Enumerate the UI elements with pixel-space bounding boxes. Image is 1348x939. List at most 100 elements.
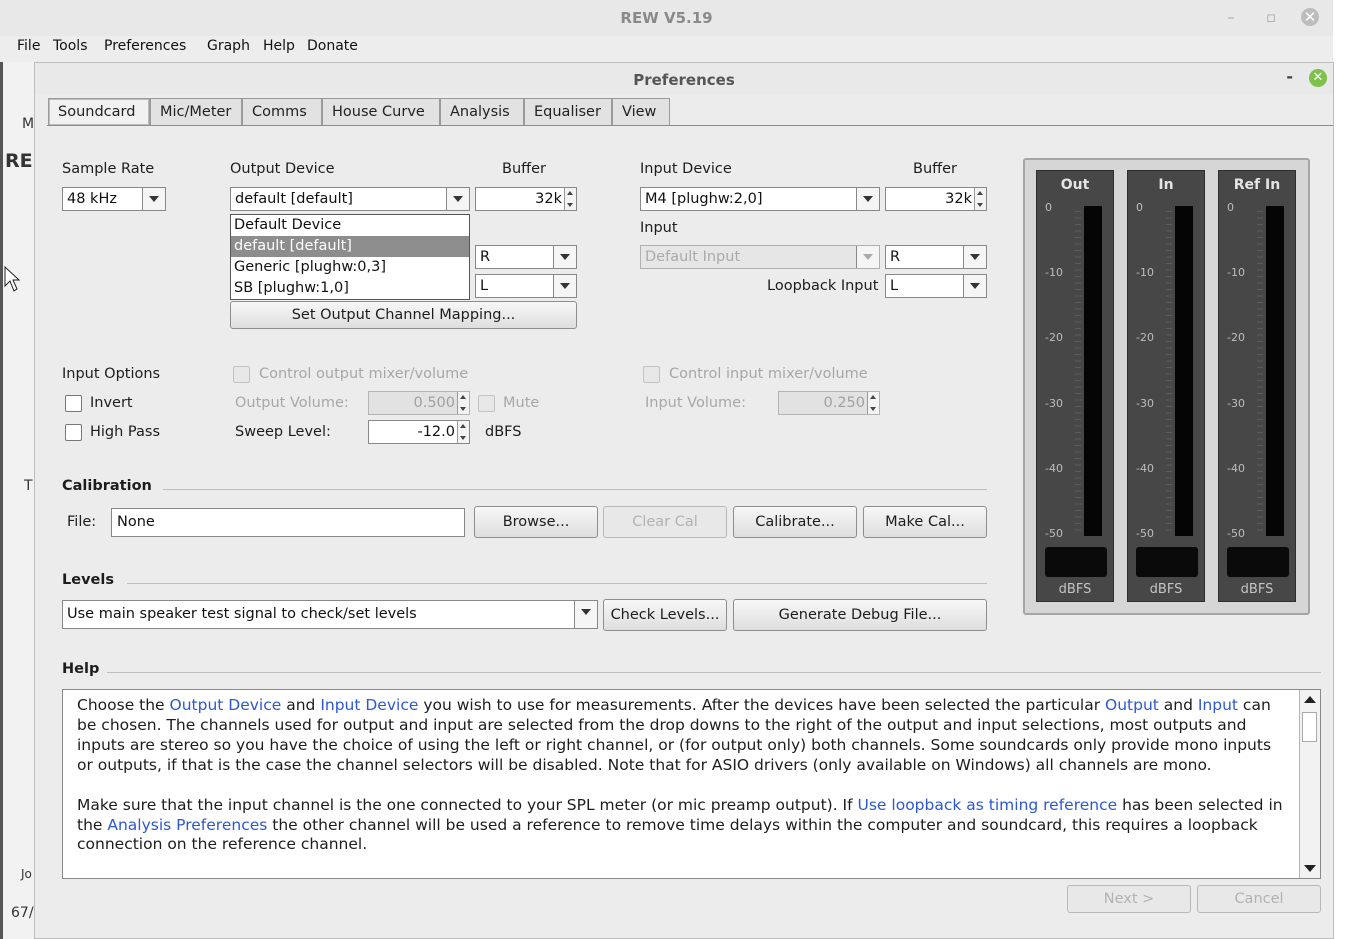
check-levels-button[interactable]: Check Levels... <box>603 599 727 631</box>
menu-preferences[interactable]: Preferences <box>104 38 186 54</box>
meter-readout <box>1227 547 1289 577</box>
bg-text: Jo <box>21 867 32 881</box>
chevron-down-icon[interactable] <box>963 275 986 297</box>
menu-help[interactable]: Help <box>263 38 295 54</box>
meter-unit: dBFS <box>1058 582 1092 597</box>
chevron-down-icon[interactable] <box>963 246 986 268</box>
dropdown-option[interactable]: SB [plughw:1,0] <box>231 278 469 299</box>
help-link[interactable]: Output <box>1105 696 1159 714</box>
input-device-select[interactable]: M4 [plughw:2,0] <box>640 187 880 211</box>
chevron-down-icon[interactable] <box>553 246 576 268</box>
tab-soundcard[interactable]: Soundcard <box>48 98 150 125</box>
levels-mode-value: Use main speaker test signal to check/se… <box>67 606 417 622</box>
spinner-arrows-icon[interactable] <box>564 188 576 210</box>
spinner-arrows-icon[interactable] <box>974 188 986 210</box>
menu-file[interactable]: File <box>17 38 40 54</box>
invert-checkbox[interactable] <box>65 395 82 412</box>
loopback-input-value: L <box>890 278 899 294</box>
meter-label: In <box>1158 177 1174 193</box>
output-ref-channel-value: L <box>480 278 489 294</box>
help-link[interactable]: Use loopback as timing reference <box>858 796 1118 814</box>
tab-analysis[interactable]: Analysis <box>440 98 524 125</box>
help-scrollbar[interactable] <box>1299 690 1320 878</box>
output-volume-spinner[interactable]: 0.500 <box>368 391 470 415</box>
set-output-mapping-button[interactable]: Set Output Channel Mapping... <box>230 301 577 329</box>
mute-checkbox[interactable] <box>478 395 495 412</box>
help-link[interactable]: Analysis Preferences <box>107 816 267 834</box>
chevron-down-icon[interactable] <box>142 188 165 210</box>
help-text-area[interactable]: Choose the Output Device and Input Devic… <box>62 689 1321 879</box>
chevron-down-icon[interactable] <box>446 188 469 210</box>
dropdown-option[interactable]: Generic [plughw:0,3] <box>231 257 469 278</box>
tab-comms[interactable]: Comms <box>242 98 322 125</box>
minimize-icon[interactable]: – <box>1222 8 1240 26</box>
tab-view[interactable]: View <box>612 98 670 125</box>
input-select[interactable]: Default Input <box>640 245 880 269</box>
tab-equaliser[interactable]: Equaliser <box>524 98 612 125</box>
output-buffer-spinner[interactable]: 32k <box>475 187 577 211</box>
dropdown-option[interactable]: Default Device <box>231 215 469 236</box>
next-button[interactable]: Next > <box>1067 885 1191 913</box>
spinner-arrows-icon <box>457 392 469 414</box>
dialog-title-bar[interactable]: Preferences - ✕ <box>35 63 1333 95</box>
make-cal-button[interactable]: Make Cal... <box>863 506 987 538</box>
preferences-dialog: Preferences - ✕ Soundcard Mic/Meter Comm… <box>34 62 1334 939</box>
meter-unit: dBFS <box>1240 582 1274 597</box>
cal-file-field[interactable]: None <box>111 508 465 537</box>
loopback-input-select[interactable]: L <box>885 274 987 298</box>
dialog-close-icon[interactable]: ✕ <box>1309 69 1327 87</box>
restore-icon[interactable]: ▫ <box>1262 8 1280 26</box>
input-volume-spinner[interactable]: 0.250 <box>778 391 880 415</box>
level-meters-panel: Out 0 -10 -20 -30 -40 -50 dBFS In 0 -10 … <box>1023 158 1310 615</box>
spinner-arrows-icon[interactable] <box>457 421 469 443</box>
dropdown-option-selected[interactable]: default [default] <box>231 236 469 257</box>
output-device-dropdown-list[interactable]: Default Device default [default] Generic… <box>230 214 470 300</box>
meter-tick: -10 <box>1227 266 1245 279</box>
chevron-down-icon[interactable] <box>574 601 597 628</box>
help-link[interactable]: Input Device <box>320 696 418 714</box>
meter-label: Out <box>1060 177 1090 193</box>
close-icon[interactable]: ✕ <box>1301 8 1319 26</box>
generate-debug-button[interactable]: Generate Debug File... <box>733 599 987 631</box>
menu-graph[interactable]: Graph <box>207 38 250 54</box>
cancel-button[interactable]: Cancel <box>1197 885 1321 913</box>
meter-tick: -10 <box>1045 266 1063 279</box>
chevron-down-icon[interactable] <box>856 188 879 210</box>
menu-donate[interactable]: Donate <box>307 38 358 54</box>
input-buffer-value: 32k <box>945 191 972 207</box>
meter-tick: -40 <box>1136 462 1154 475</box>
input-channel-value: R <box>890 249 901 265</box>
output-device-select[interactable]: default [default] <box>230 187 470 211</box>
input-channel-select[interactable]: R <box>885 245 987 269</box>
meter-tick: -40 <box>1227 462 1245 475</box>
clear-cal-button[interactable]: Clear Cal <box>603 506 727 538</box>
sample-rate-select[interactable]: 48 kHz <box>62 187 166 211</box>
browse-button[interactable]: Browse... <box>474 506 598 538</box>
input-buffer-spinner[interactable]: 32k <box>885 187 987 211</box>
output-channel-select[interactable]: R <box>475 245 577 269</box>
meter-tick: -30 <box>1136 397 1154 410</box>
scroll-up-icon[interactable] <box>1304 696 1316 703</box>
output-ref-channel-select[interactable]: L <box>475 274 577 298</box>
tab-house-curve[interactable]: House Curve <box>322 98 440 125</box>
tab-mic-meter[interactable]: Mic/Meter <box>150 98 242 125</box>
help-link[interactable]: Input <box>1198 696 1238 714</box>
scroll-thumb[interactable] <box>1302 712 1317 742</box>
control-output-checkbox[interactable] <box>233 366 250 383</box>
sweep-level-value: -12.0 <box>417 424 455 440</box>
scroll-down-icon[interactable] <box>1304 865 1316 872</box>
output-volume-value: 0.500 <box>413 395 455 411</box>
help-link[interactable]: Output Device <box>170 696 282 714</box>
calibrate-button[interactable]: Calibrate... <box>733 506 857 538</box>
sweep-level-spinner[interactable]: -12.0 <box>368 420 470 444</box>
input-options-label: Input Options <box>62 366 161 382</box>
high-pass-checkbox[interactable] <box>65 424 82 441</box>
chevron-down-icon[interactable] <box>553 275 576 297</box>
help-text-segment: Choose the <box>77 696 170 714</box>
control-input-checkbox[interactable] <box>643 366 660 383</box>
dialog-minimize-icon[interactable]: - <box>1286 67 1293 86</box>
input-value: Default Input <box>645 249 741 265</box>
menu-tools[interactable]: Tools <box>53 38 88 54</box>
levels-mode-select[interactable]: Use main speaker test signal to check/se… <box>62 600 598 629</box>
meter-scale <box>1257 211 1263 531</box>
